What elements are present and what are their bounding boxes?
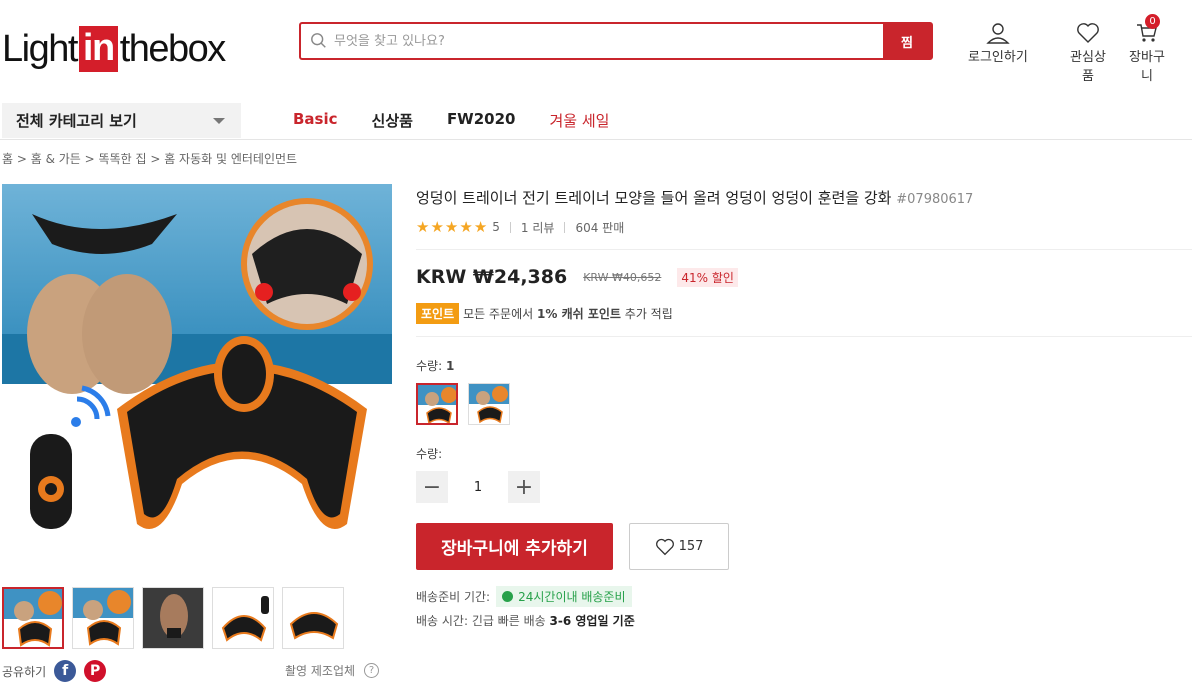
product-title: 엉덩이 트레이너 전기 트레이너 모양을 들어 올려 엉덩이 엉덩이 훈련을 강… <box>416 187 1116 208</box>
wishlist-link[interactable]: 관심상품 <box>1066 22 1110 84</box>
points-info: 포인트 모든 주문에서 1% 캐쉬 포인트 추가 적립 <box>416 303 673 324</box>
search-bar: 찜 <box>299 22 933 60</box>
facebook-icon[interactable]: f <box>54 660 77 682</box>
points-text-c: 추가 적립 <box>624 307 673 321</box>
divider <box>416 249 1192 250</box>
thumbnail-1[interactable] <box>2 587 64 649</box>
help-icon[interactable]: ? <box>364 663 380 678</box>
nav-item-new[interactable]: 신상품 <box>372 110 413 131</box>
variant-label-text: 수량: <box>416 359 443 373</box>
share-row: 공유하기 f P <box>2 660 107 682</box>
wishlist-label: 관심상품 <box>1070 50 1106 84</box>
heart-icon <box>1077 23 1099 43</box>
review-count[interactable]: 1 리뷰 <box>521 219 555 236</box>
add-to-cart-button[interactable]: 장바구니에 추가하기 <box>416 523 613 570</box>
ship-time-value: 3-6 영업일 기준 <box>549 614 635 628</box>
thumbnail-5[interactable] <box>282 587 344 649</box>
pinterest-icon[interactable]: P <box>84 660 107 682</box>
price-row: KRW ₩24,386 KRW ₩40,652 41% 할인 <box>416 266 738 288</box>
cart-count-badge: 0 <box>1145 14 1160 29</box>
shipping-prep: 배송준비 기간: 24시간이내 배송준비 <box>416 586 632 607</box>
search-button[interactable]: 찜 <box>883 23 931 59</box>
ship-prep-badge: 24시간이내 배송준비 <box>496 586 632 607</box>
increase-button[interactable]: + <box>508 471 540 503</box>
ship-time-label: 배송 시간: 긴급 빠른 배송 <box>416 614 546 628</box>
variant-label: 수량: 1 <box>416 357 454 374</box>
ship-prep-badge-text: 24시간이내 배송준비 <box>518 590 626 604</box>
logo-text-light: Light <box>2 27 78 70</box>
thumbnail-4[interactable] <box>212 587 274 649</box>
search-icon <box>311 33 326 48</box>
report-label: 촬영 제조업체 <box>285 664 356 678</box>
all-categories-label: 전체 카테고리 보기 <box>16 112 137 130</box>
star-icon: ★ <box>459 218 473 236</box>
all-categories-dropdown[interactable]: 전체 카테고리 보기 <box>2 103 241 138</box>
nav-item-fw2020[interactable]: FW2020 <box>447 110 516 131</box>
logo-text-in: in <box>78 26 118 72</box>
logo-text-thebox: thebox <box>119 27 227 70</box>
breadcrumb-home-garden[interactable]: 홈 & 가든 <box>31 152 81 166</box>
login-link[interactable]: 로그인하기 <box>968 22 1028 65</box>
product-title-text: 엉덩이 트레이너 전기 트레이너 모양을 들어 올려 엉덩이 엉덩이 훈련을 강… <box>416 189 892 207</box>
variant-swatch-1[interactable] <box>416 383 458 425</box>
sales-count: 604 판매 <box>575 220 625 235</box>
chevron-down-icon <box>213 118 225 124</box>
rating-value: 5 <box>492 220 500 234</box>
points-text-b: 1% 캐쉬 포인트 <box>537 307 621 321</box>
breadcrumb: 홈 > 홈 & 가든 > 똑똑한 집 > 홈 자동화 및 엔터테인먼트 <box>2 152 298 166</box>
share-label: 공유하기 <box>2 664 47 679</box>
variant-swatch-2[interactable] <box>468 383 510 425</box>
header-divider <box>0 139 1192 140</box>
cart-link[interactable]: 0 장바구니 <box>1125 14 1169 84</box>
decrease-button[interactable]: − <box>416 471 448 503</box>
variant-value: 1 <box>445 359 455 373</box>
thumbnail-3[interactable] <box>142 587 204 649</box>
search-input[interactable] <box>328 24 883 58</box>
separator <box>509 221 511 233</box>
product-image-illustration <box>2 184 392 529</box>
quantity-value[interactable]: 1 <box>448 480 508 495</box>
discount-badge: 41% 할인 <box>677 267 738 287</box>
breadcrumb-home-automation[interactable]: 홈 자동화 및 엔터테인먼트 <box>164 152 297 166</box>
wishlist-button[interactable]: 157 <box>629 523 729 570</box>
current-price: KRW ₩24,386 <box>416 266 568 288</box>
wishlist-count: 157 <box>678 539 704 554</box>
star-icon: ★ <box>416 218 430 236</box>
user-icon <box>986 23 1010 44</box>
separator <box>564 221 566 233</box>
report-link[interactable]: 촬영 제조업체 ? <box>285 662 380 679</box>
ship-prep-label: 배송준비 기간: <box>416 590 491 604</box>
login-label: 로그인하기 <box>968 50 1028 65</box>
thumbnail-2[interactable] <box>72 587 134 649</box>
quantity-stepper: − 1 + <box>416 471 540 503</box>
heart-icon <box>655 538 674 555</box>
divider <box>416 336 1192 337</box>
breadcrumb-home[interactable]: 홈 <box>2 152 13 166</box>
original-price: KRW ₩40,652 <box>583 270 662 284</box>
site-logo[interactable]: Light in thebox <box>2 26 227 72</box>
main-nav: Basic 신상품 FW2020 겨울 세일 <box>293 110 643 131</box>
rating-row: ★ ★ ★ ★ ★ 5 1 리뷰 604 판매 <box>416 218 624 236</box>
star-icon: ★ <box>444 218 459 236</box>
points-tag: 포인트 <box>416 303 460 324</box>
nav-item-basic[interactable]: Basic <box>293 110 338 131</box>
nav-item-winter-sale[interactable]: 겨울 세일 <box>549 110 609 131</box>
star-icon: ★ <box>430 218 444 236</box>
breadcrumb-smart-home[interactable]: 똑똑한 집 <box>99 152 147 166</box>
product-sku: #07980617 <box>896 192 974 207</box>
thumbnail-strip <box>2 587 344 649</box>
quantity-label: 수량: <box>416 447 443 461</box>
shipping-time: 배송 시간: 긴급 빠른 배송 3-6 영업일 기준 <box>416 612 635 629</box>
product-main-image[interactable] <box>2 184 392 574</box>
star-icon: ★ <box>473 218 488 236</box>
cart-label: 장바구니 <box>1129 50 1165 84</box>
clock-icon <box>502 591 514 602</box>
points-text-a: 모든 주문에서 <box>463 307 534 321</box>
